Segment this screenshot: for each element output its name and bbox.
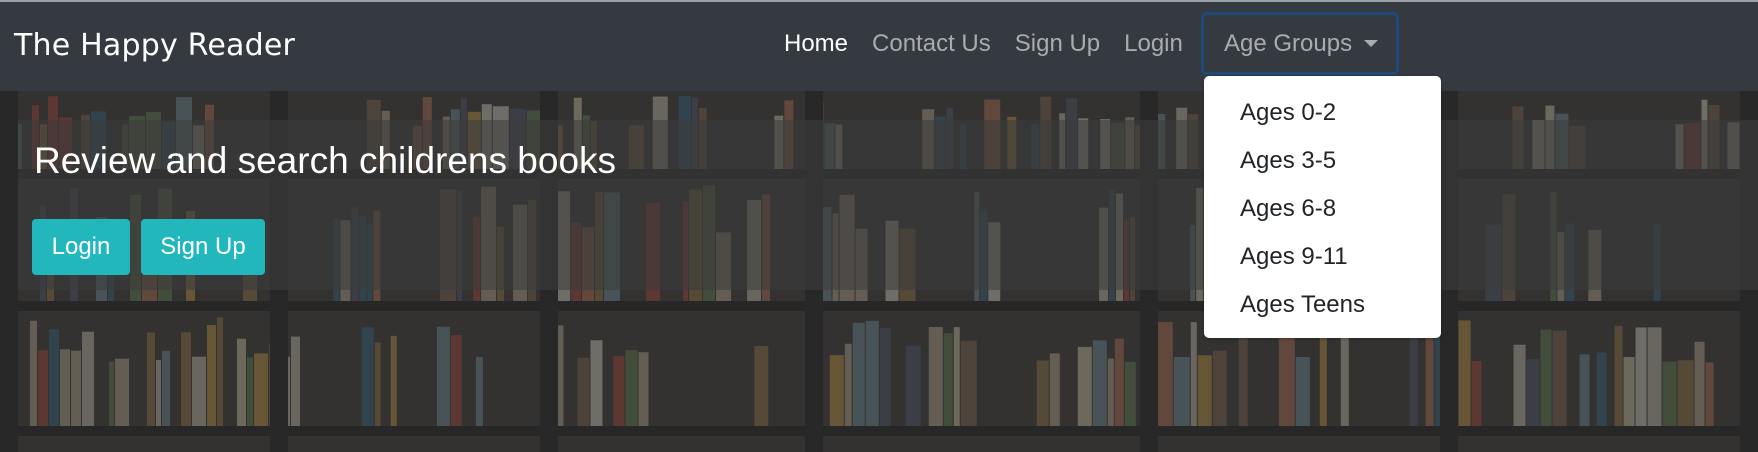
hero-sign-up-button[interactable]: Sign Up [141, 219, 265, 275]
nav-home[interactable]: Home [784, 30, 848, 58]
page: The Happy Reader Home Contact Us Sign Up… [0, 0, 1758, 452]
nav-login[interactable]: Login [1124, 30, 1183, 58]
age-groups-label: Age Groups [1224, 30, 1353, 57]
nav-contact-us[interactable]: Contact Us [872, 30, 991, 58]
dropdown-item-ages-teens[interactable]: Ages Teens [1240, 291, 1365, 319]
age-groups-dropdown-menu: Ages 0-2 Ages 3-5 Ages 6-8 Ages 9-11 Age… [1204, 76, 1441, 338]
hero-jumbotron: Review and search childrens books Login … [18, 120, 1758, 290]
dropdown-item-ages-0-2[interactable]: Ages 0-2 [1240, 99, 1336, 127]
age-groups-dropdown-toggle[interactable]: Age Groups [1201, 12, 1399, 75]
hero-title: Review and search childrens books [34, 140, 617, 181]
hero-login-button[interactable]: Login [32, 219, 130, 275]
dropdown-item-ages-9-11[interactable]: Ages 9-11 [1240, 243, 1348, 271]
dropdown-item-ages-3-5[interactable]: Ages 3-5 [1240, 147, 1336, 175]
dropdown-item-ages-6-8[interactable]: Ages 6-8 [1240, 195, 1336, 223]
nav-sign-up[interactable]: Sign Up [1015, 30, 1100, 58]
caret-down-icon [1364, 40, 1379, 47]
nav-links: Home Contact Us Sign Up Login [784, 30, 1207, 58]
navbar: The Happy Reader Home Contact Us Sign Up… [0, 0, 1758, 91]
brand-logo[interactable]: The Happy Reader [14, 28, 295, 63]
